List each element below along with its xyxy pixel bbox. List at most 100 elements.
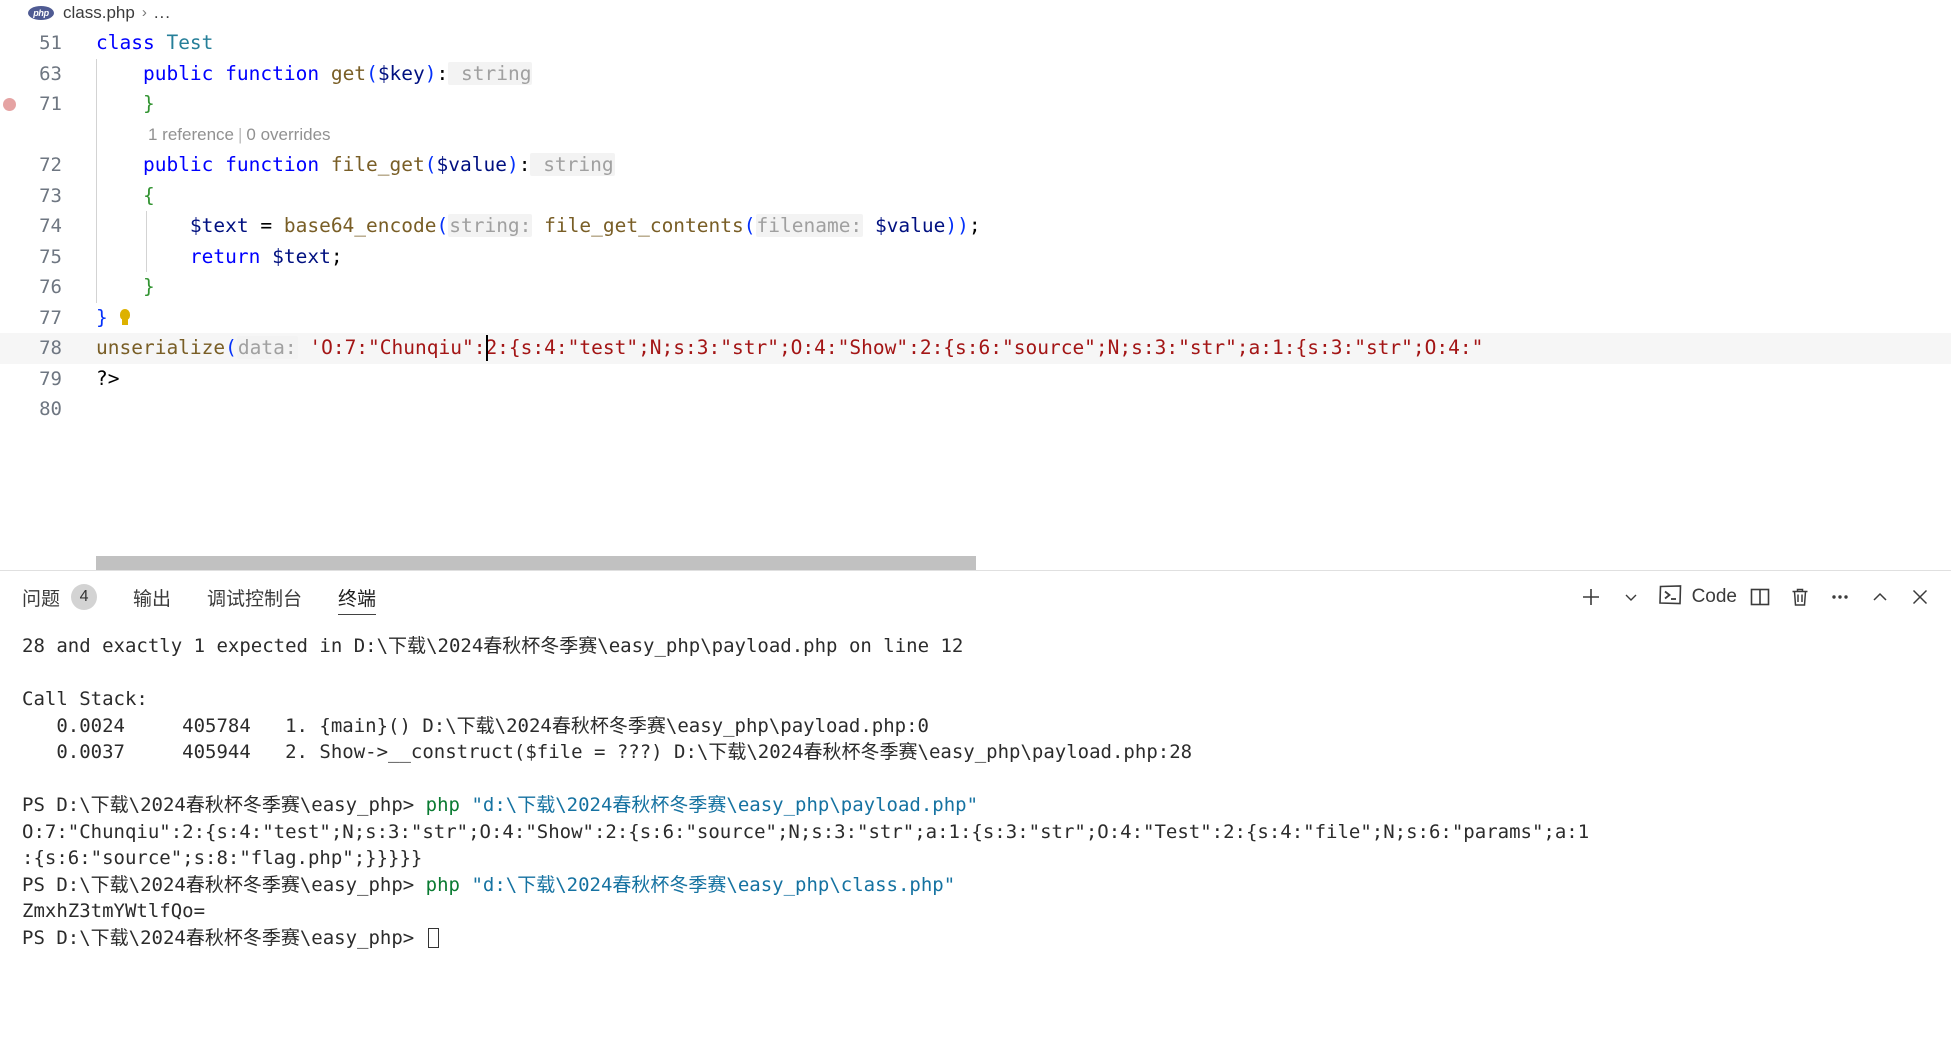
line-content[interactable]: ?> <box>96 364 119 395</box>
editor-line[interactable]: 72 public function file_get($value): str… <box>0 150 1951 181</box>
tab-output[interactable]: 输出 <box>133 571 171 623</box>
terminal-text: \2024 <box>426 635 484 657</box>
tab-terminal[interactable]: 终端 <box>338 571 377 623</box>
line-number <box>0 120 62 151</box>
line-number: 51 <box>39 32 62 54</box>
panel-tabs: 问题 4 输出 调试控制台 终端 <box>0 571 412 623</box>
line-number: 72 <box>39 154 62 176</box>
panel-tab-label: 调试控制台 <box>207 588 303 610</box>
line-number: 73 <box>39 184 62 207</box>
ellipsis-icon[interactable] <box>1823 580 1857 614</box>
line-content[interactable]: { <box>96 181 155 212</box>
code-token: : <box>436 61 449 85</box>
terminal-line: 0.0037 405944 2. Show->__construct($file… <box>22 739 1951 766</box>
line-content[interactable]: } <box>96 272 155 303</box>
editor-line[interactable]: 80 <box>0 394 1951 425</box>
code-lens-references[interactable]: 1 reference <box>148 125 234 144</box>
terminal-text: "d:\下载\2024春秋杯冬季赛\easy_php\payload.php" <box>471 794 979 816</box>
line-content[interactable]: } <box>96 303 108 334</box>
terminal-text: :{s:6:"source";s:8:"flag.php";}}}}} <box>22 847 423 869</box>
code-token: ) <box>506 153 519 176</box>
editor-line[interactable]: 75 return $text; <box>0 241 1951 273</box>
terminal-shell-label: Code <box>1691 586 1737 607</box>
code-lens-separator: | <box>238 124 243 144</box>
code-token: } <box>142 275 155 298</box>
lightbulb-quickfix-icon[interactable] <box>118 308 132 326</box>
terminal-text: "d:\下载\2024春秋杯冬季赛\easy_php\class.php" <box>471 873 956 896</box>
bottom-panel: 问题 4 输出 调试控制台 终端 Code 28 and exactly 1 e… <box>0 570 1951 1049</box>
close-icon[interactable] <box>1903 580 1937 614</box>
editor-line[interactable]: 79 ?> <box>0 364 1951 395</box>
code-token: filename: <box>755 214 864 237</box>
line-content[interactable]: $text = base64_encode(string: file_get_c… <box>96 211 981 242</box>
code-editor[interactable]: 51 class Test 63 public function get($key)… <box>0 25 1951 570</box>
code-token: function <box>225 61 331 85</box>
code-token: base64_encode <box>283 214 437 237</box>
chevron-down-icon[interactable] <box>1614 580 1648 614</box>
editor-line[interactable]: 76 } <box>0 272 1951 303</box>
editor-line[interactable]: 63 public function get($key): string <box>0 58 1951 90</box>
line-content[interactable]: } <box>96 89 155 120</box>
terminal-text: 春秋杯冬季赛 <box>483 635 598 657</box>
terminal-text: 0.0024 405784 1. {main}() D:\下载\2024春秋杯冬… <box>22 714 929 737</box>
panel-tab-label: 输出 <box>133 588 172 610</box>
breadcrumb-more[interactable]: ... <box>154 3 171 23</box>
editor-horizontal-scrollbar[interactable] <box>0 556 1951 570</box>
code-token: = <box>248 214 284 237</box>
tab-debug-console[interactable]: 调试控制台 <box>207 571 302 623</box>
code-token: $value <box>436 153 507 176</box>
code-token: : <box>518 153 531 176</box>
code-token: file_get <box>330 153 425 176</box>
editor-line[interactable]: 51 class Test <box>0 28 1951 59</box>
breadcrumb[interactable]: php class.php › ... <box>0 0 1951 25</box>
chevron-up-icon[interactable] <box>1863 580 1897 614</box>
line-number: 78 <box>39 337 62 359</box>
breadcrumb-file[interactable]: class.php <box>63 3 135 23</box>
line-content[interactable]: unserialize(data: 'O:7:"Chunqiu":2:{s:4:… <box>96 333 1483 364</box>
code-token: ; <box>330 244 343 268</box>
code-token: $key <box>377 61 425 85</box>
code-token: Test <box>166 31 214 54</box>
line-content[interactable]: class Test <box>96 28 213 59</box>
line-content[interactable]: public function file_get($value): string <box>96 150 615 181</box>
code-token: $value <box>874 214 946 237</box>
terminal-line: Call Stack: <box>22 686 1951 713</box>
terminal-text: PS D:\下载\2024春秋杯冬季赛\easy_php> <box>22 794 426 816</box>
panel-tab-label: 终端 <box>338 588 377 610</box>
code-token: ) <box>945 214 958 237</box>
editor-scrollbar-thumb[interactable] <box>96 556 976 570</box>
code-token: ( <box>436 214 449 237</box>
split-terminal-icon[interactable] <box>1743 580 1777 614</box>
line-number: 76 <box>39 276 62 298</box>
line-number: 71 <box>39 93 62 115</box>
editor-line[interactable]: 73 { <box>0 180 1951 212</box>
editor-line[interactable]: 77} <box>0 303 1951 334</box>
terminal-text: 下载 <box>388 635 427 657</box>
terminal-text: php <box>425 794 472 816</box>
terminal-shell-chip[interactable]: Code <box>1658 584 1737 611</box>
code-token: unserialize <box>96 336 226 359</box>
breadcrumb-separator: › <box>141 4 147 21</box>
terminal-line: O:7:"Chunqiu":2:{s:4:"test";N;s:3:"str";… <box>22 819 1951 846</box>
line-content[interactable]: public function get($key): string <box>96 59 533 90</box>
editor-line[interactable]: 78 unserialize(data: 'O:7:"Chunqiu":2:{s:… <box>0 333 1951 364</box>
code-token: ; <box>968 214 981 237</box>
tab-problems[interactable]: 问题 4 <box>22 571 98 623</box>
terminal-output[interactable]: 28 and exactly 1 expected in D:\下载\2024春… <box>0 623 1951 1049</box>
new-terminal-icon[interactable] <box>1574 580 1608 614</box>
code-lens-overrides[interactable]: 0 overrides <box>246 125 330 144</box>
terminal-text: Call Stack: <box>22 688 148 710</box>
editor-line[interactable]: 74 $text = base64_encode(string: file_ge… <box>0 211 1951 242</box>
trash-icon[interactable] <box>1783 580 1817 614</box>
code-token: function <box>225 153 331 176</box>
panel-actions: Code <box>1568 571 1937 623</box>
code-lens[interactable]: 1 reference | 0 overrides <box>148 120 331 151</box>
code-lens-row[interactable]: 1 reference | 0 overrides <box>0 119 1951 151</box>
line-content[interactable]: return $text; <box>96 242 343 273</box>
editor-line[interactable]: 71 } <box>0 89 1951 120</box>
